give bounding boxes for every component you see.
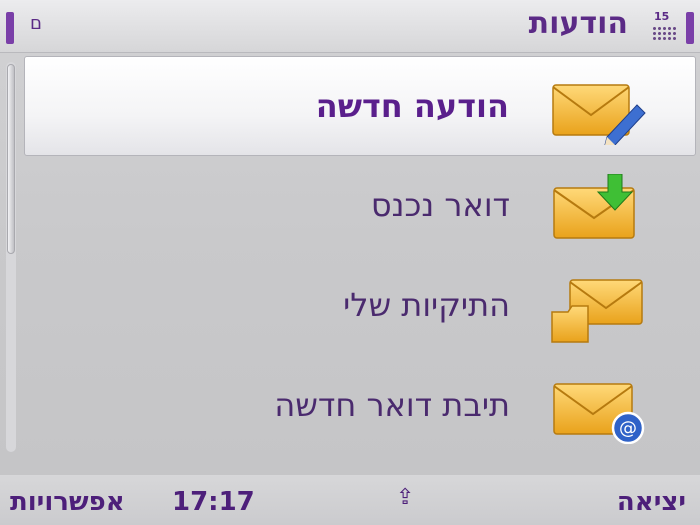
menu-item-label: תיבת דואר חדשה: [274, 386, 510, 424]
scroll-thumb[interactable]: [7, 64, 15, 254]
network-icon: 15: [652, 10, 678, 44]
menu-list: הודעה חדשה דואר נכנס התיקיות שלי תיבת דו…: [24, 56, 696, 456]
menu-item-label: דואר נכנס: [370, 186, 510, 224]
menu-item-new-message[interactable]: הודעה חדשה: [24, 56, 696, 156]
svg-text:@: @: [619, 418, 637, 439]
exit-softkey[interactable]: יציאה: [617, 487, 686, 517]
options-softkey[interactable]: אפשרויות: [10, 487, 125, 517]
scrollbar[interactable]: [6, 62, 16, 452]
network-dots: [652, 26, 676, 40]
select-softkey-icon[interactable]: ⇪: [396, 485, 414, 510]
battery-indicator: [6, 12, 14, 44]
page-title: הודעות: [528, 6, 628, 41]
title-bar: ם הודעות 15: [0, 0, 700, 53]
envelope-pencil-icon: [547, 75, 647, 145]
network-number: 15: [654, 10, 670, 23]
menu-item-new-mailbox[interactable]: תיבת דואר חדשה @: [24, 356, 696, 456]
menu-item-label: התיקיות שלי: [343, 286, 510, 324]
status-indicator: ם: [30, 13, 42, 34]
clock: 17:17: [172, 487, 255, 517]
menu-item-label: הודעה חדשה: [315, 87, 509, 125]
messaging-screen: ם הודעות 15 הודעה חדשה דואר נכנס התיקיות…: [0, 0, 700, 525]
envelope-folders-icon: [548, 274, 648, 344]
envelope-at-icon: @: [548, 374, 648, 444]
menu-item-inbox[interactable]: דואר נכנס: [24, 156, 696, 256]
menu-item-my-folders[interactable]: התיקיות שלי: [24, 256, 696, 356]
softkey-bar: אפשרויות 17:17 ⇪ יציאה: [0, 475, 700, 525]
signal-strength-indicator: [686, 12, 694, 44]
envelope-inbox-arrow-icon: [548, 174, 648, 244]
